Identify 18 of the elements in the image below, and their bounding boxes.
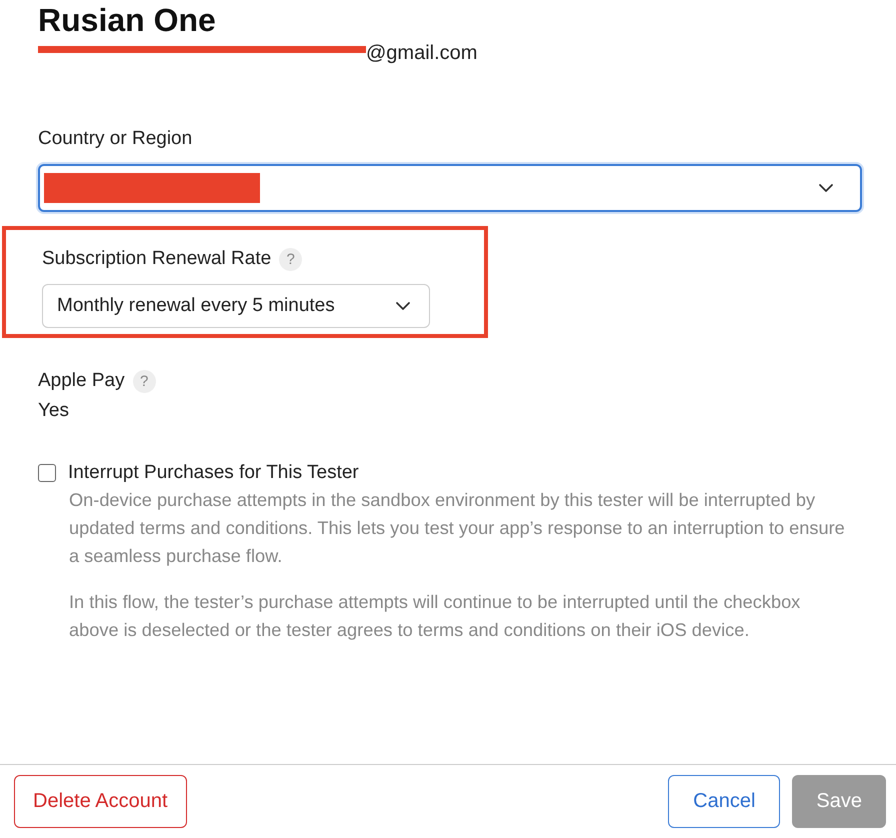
field-label: Country or Region xyxy=(38,128,192,150)
delete-button[interactable]: Delete Account xyxy=(14,775,187,828)
description-text: On-device purchase attempts in the sandbox environment by this tester will be interrupted by updated terms and conditions. This lets you test your app’s response to an interruption to ensure a seamless purchase flow. xyxy=(69,489,846,568)
chevron-down-icon xyxy=(395,301,411,311)
checkbox[interactable] xyxy=(38,464,56,482)
help-button[interactable]: ? xyxy=(132,370,156,392)
help-button[interactable]: ? xyxy=(279,248,302,270)
cancel-button[interactable]: Cancel xyxy=(668,775,780,828)
account-name: Rusian One xyxy=(38,1,217,40)
country-select[interactable] xyxy=(38,164,862,212)
field-label: Apple Pay xyxy=(38,370,125,392)
chevron-down-icon xyxy=(818,183,834,193)
renewal-select[interactable]: Monthly renewal every 5 minutes xyxy=(42,284,430,328)
email-text: @gmail.com xyxy=(366,42,478,64)
apple-pay-value: Yes xyxy=(38,400,70,422)
description-text: In this flow, the tester’s purchase attempts will continue to be interrupted until the checkbox above is deselected or the tester agrees to terms and conditions on their iOS device. xyxy=(69,591,802,642)
field-label: Subscription Renewal Rate xyxy=(42,248,272,270)
checkbox-label: Interrupt Purchases for This Tester xyxy=(68,462,359,484)
